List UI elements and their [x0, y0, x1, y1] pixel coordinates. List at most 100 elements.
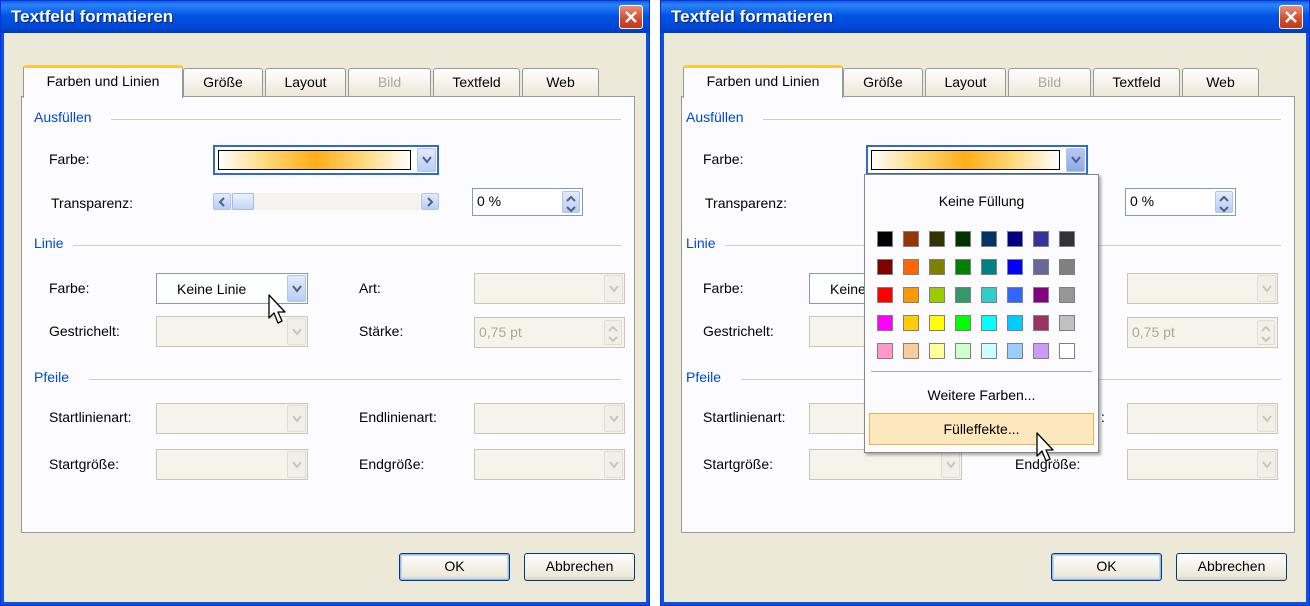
dropdown-button[interactable]	[1066, 148, 1085, 172]
tab-layout[interactable]: Layout	[265, 68, 346, 96]
end-style-label: :	[1101, 409, 1105, 425]
gradient-swatch	[218, 150, 411, 170]
color-swatch[interactable]	[1033, 231, 1049, 247]
title-bar[interactable]: Textfeld formatieren	[661, 1, 1309, 33]
chevron-down-icon	[422, 156, 432, 164]
tab-web[interactable]: Web	[1182, 68, 1259, 96]
mouse-pointer-icon	[268, 294, 286, 324]
transparency-spinner[interactable]: 0 %	[472, 188, 583, 216]
tab-colors-lines[interactable]: Farben und Linien	[683, 65, 843, 98]
line-color-label: Farbe:	[49, 280, 90, 296]
tab-size[interactable]: Größe	[183, 68, 263, 96]
line-color-value: Keine	[830, 281, 866, 297]
spin-buttons[interactable]	[562, 191, 580, 213]
dropdown-button[interactable]	[417, 148, 436, 172]
tab-textbox[interactable]: Textfeld	[433, 68, 520, 96]
color-swatch[interactable]	[1059, 343, 1075, 359]
line-section-title: Linie	[686, 235, 716, 251]
color-swatch[interactable]	[929, 259, 945, 275]
color-swatch[interactable]	[955, 287, 971, 303]
tab-picture: Bild	[348, 68, 431, 96]
spin-up-down-icon	[1219, 195, 1229, 213]
color-swatch[interactable]	[1059, 287, 1075, 303]
line-section-title: Linie	[34, 235, 64, 251]
end-style-label: Endlinienart:	[359, 409, 437, 425]
close-icon	[625, 11, 637, 23]
color-swatch[interactable]	[877, 231, 893, 247]
color-swatch[interactable]	[1033, 343, 1049, 359]
color-swatch[interactable]	[955, 315, 971, 331]
close-button[interactable]	[619, 5, 643, 29]
spin-up-down-icon	[608, 325, 618, 343]
tab-size[interactable]: Größe	[843, 68, 923, 96]
color-swatch[interactable]	[903, 315, 919, 331]
cancel-button[interactable]: Abbrechen	[524, 553, 635, 581]
color-swatch[interactable]	[981, 259, 997, 275]
tab-colors-lines[interactable]: Farben und Linien	[23, 65, 183, 98]
ok-button[interactable]: OK	[1051, 553, 1162, 581]
close-button[interactable]	[1279, 5, 1303, 29]
color-swatch[interactable]	[981, 287, 997, 303]
fill-color-label: Farbe:	[49, 151, 90, 167]
color-swatch[interactable]	[1007, 287, 1023, 303]
color-swatch[interactable]	[1059, 315, 1075, 331]
ok-button[interactable]: OK	[399, 553, 510, 581]
fill-color-dropdown[interactable]	[213, 145, 439, 175]
transparency-value: 0 %	[477, 193, 502, 209]
start-size-dropdown	[156, 449, 308, 480]
color-swatch[interactable]	[981, 231, 997, 247]
color-swatch[interactable]	[929, 315, 945, 331]
chevron-down-icon	[609, 284, 619, 293]
color-swatch[interactable]	[877, 287, 893, 303]
chevron-down-icon	[292, 284, 302, 293]
color-swatch[interactable]	[903, 231, 919, 247]
spin-up-down-icon	[566, 195, 576, 213]
color-swatch[interactable]	[877, 343, 893, 359]
color-swatch[interactable]	[955, 259, 971, 275]
color-swatch[interactable]	[1059, 231, 1075, 247]
color-swatch[interactable]	[877, 259, 893, 275]
slider-left-button[interactable]	[213, 193, 231, 210]
popup-separator	[871, 371, 1092, 372]
color-swatch[interactable]	[1059, 259, 1075, 275]
color-swatch[interactable]	[1033, 287, 1049, 303]
start-size-label: Startgröße:	[703, 456, 774, 472]
color-swatch[interactable]	[955, 343, 971, 359]
color-swatch[interactable]	[1007, 343, 1023, 359]
color-swatch[interactable]	[929, 231, 945, 247]
color-swatch[interactable]	[981, 315, 997, 331]
fill-color-popup: Keine Füllung Weitere Farben... Fülleffe…	[864, 174, 1099, 453]
tab-layout[interactable]: Layout	[925, 68, 1006, 96]
color-swatch[interactable]	[1033, 315, 1049, 331]
color-swatch[interactable]	[1007, 259, 1023, 275]
color-swatch[interactable]	[903, 343, 919, 359]
color-swatch[interactable]	[1033, 259, 1049, 275]
cancel-button[interactable]: Abbrechen	[1176, 553, 1287, 581]
chevron-left-icon	[218, 197, 225, 207]
line-weight-value: 0,75 pt	[1132, 324, 1175, 340]
color-swatch[interactable]	[955, 231, 971, 247]
color-swatch[interactable]	[903, 259, 919, 275]
fill-color-dropdown[interactable]	[866, 145, 1088, 175]
fill-effects-option[interactable]: Fülleffekte...	[869, 413, 1094, 445]
transparency-spinner[interactable]: 0 %	[1125, 188, 1236, 216]
slider-right-button[interactable]	[421, 193, 439, 210]
chevron-right-icon	[427, 197, 434, 207]
color-swatch[interactable]	[981, 343, 997, 359]
color-swatch[interactable]	[929, 343, 945, 359]
spin-up-down-icon	[1261, 325, 1271, 343]
color-swatch[interactable]	[929, 287, 945, 303]
tab-textbox[interactable]: Textfeld	[1093, 68, 1180, 96]
chevron-down-icon	[609, 460, 619, 469]
slider-thumb[interactable]	[232, 193, 254, 210]
color-swatch[interactable]	[1007, 315, 1023, 331]
tab-web[interactable]: Web	[522, 68, 599, 96]
spin-buttons[interactable]	[1215, 191, 1233, 213]
more-colors-option[interactable]: Weitere Farben...	[869, 380, 1094, 412]
color-swatch[interactable]	[1007, 231, 1023, 247]
color-swatch[interactable]	[877, 315, 893, 331]
title-bar[interactable]: Textfeld formatieren	[1, 1, 649, 33]
transparency-slider[interactable]	[213, 193, 439, 210]
no-fill-option[interactable]: Keine Füllung	[865, 193, 1098, 209]
color-swatch[interactable]	[903, 287, 919, 303]
